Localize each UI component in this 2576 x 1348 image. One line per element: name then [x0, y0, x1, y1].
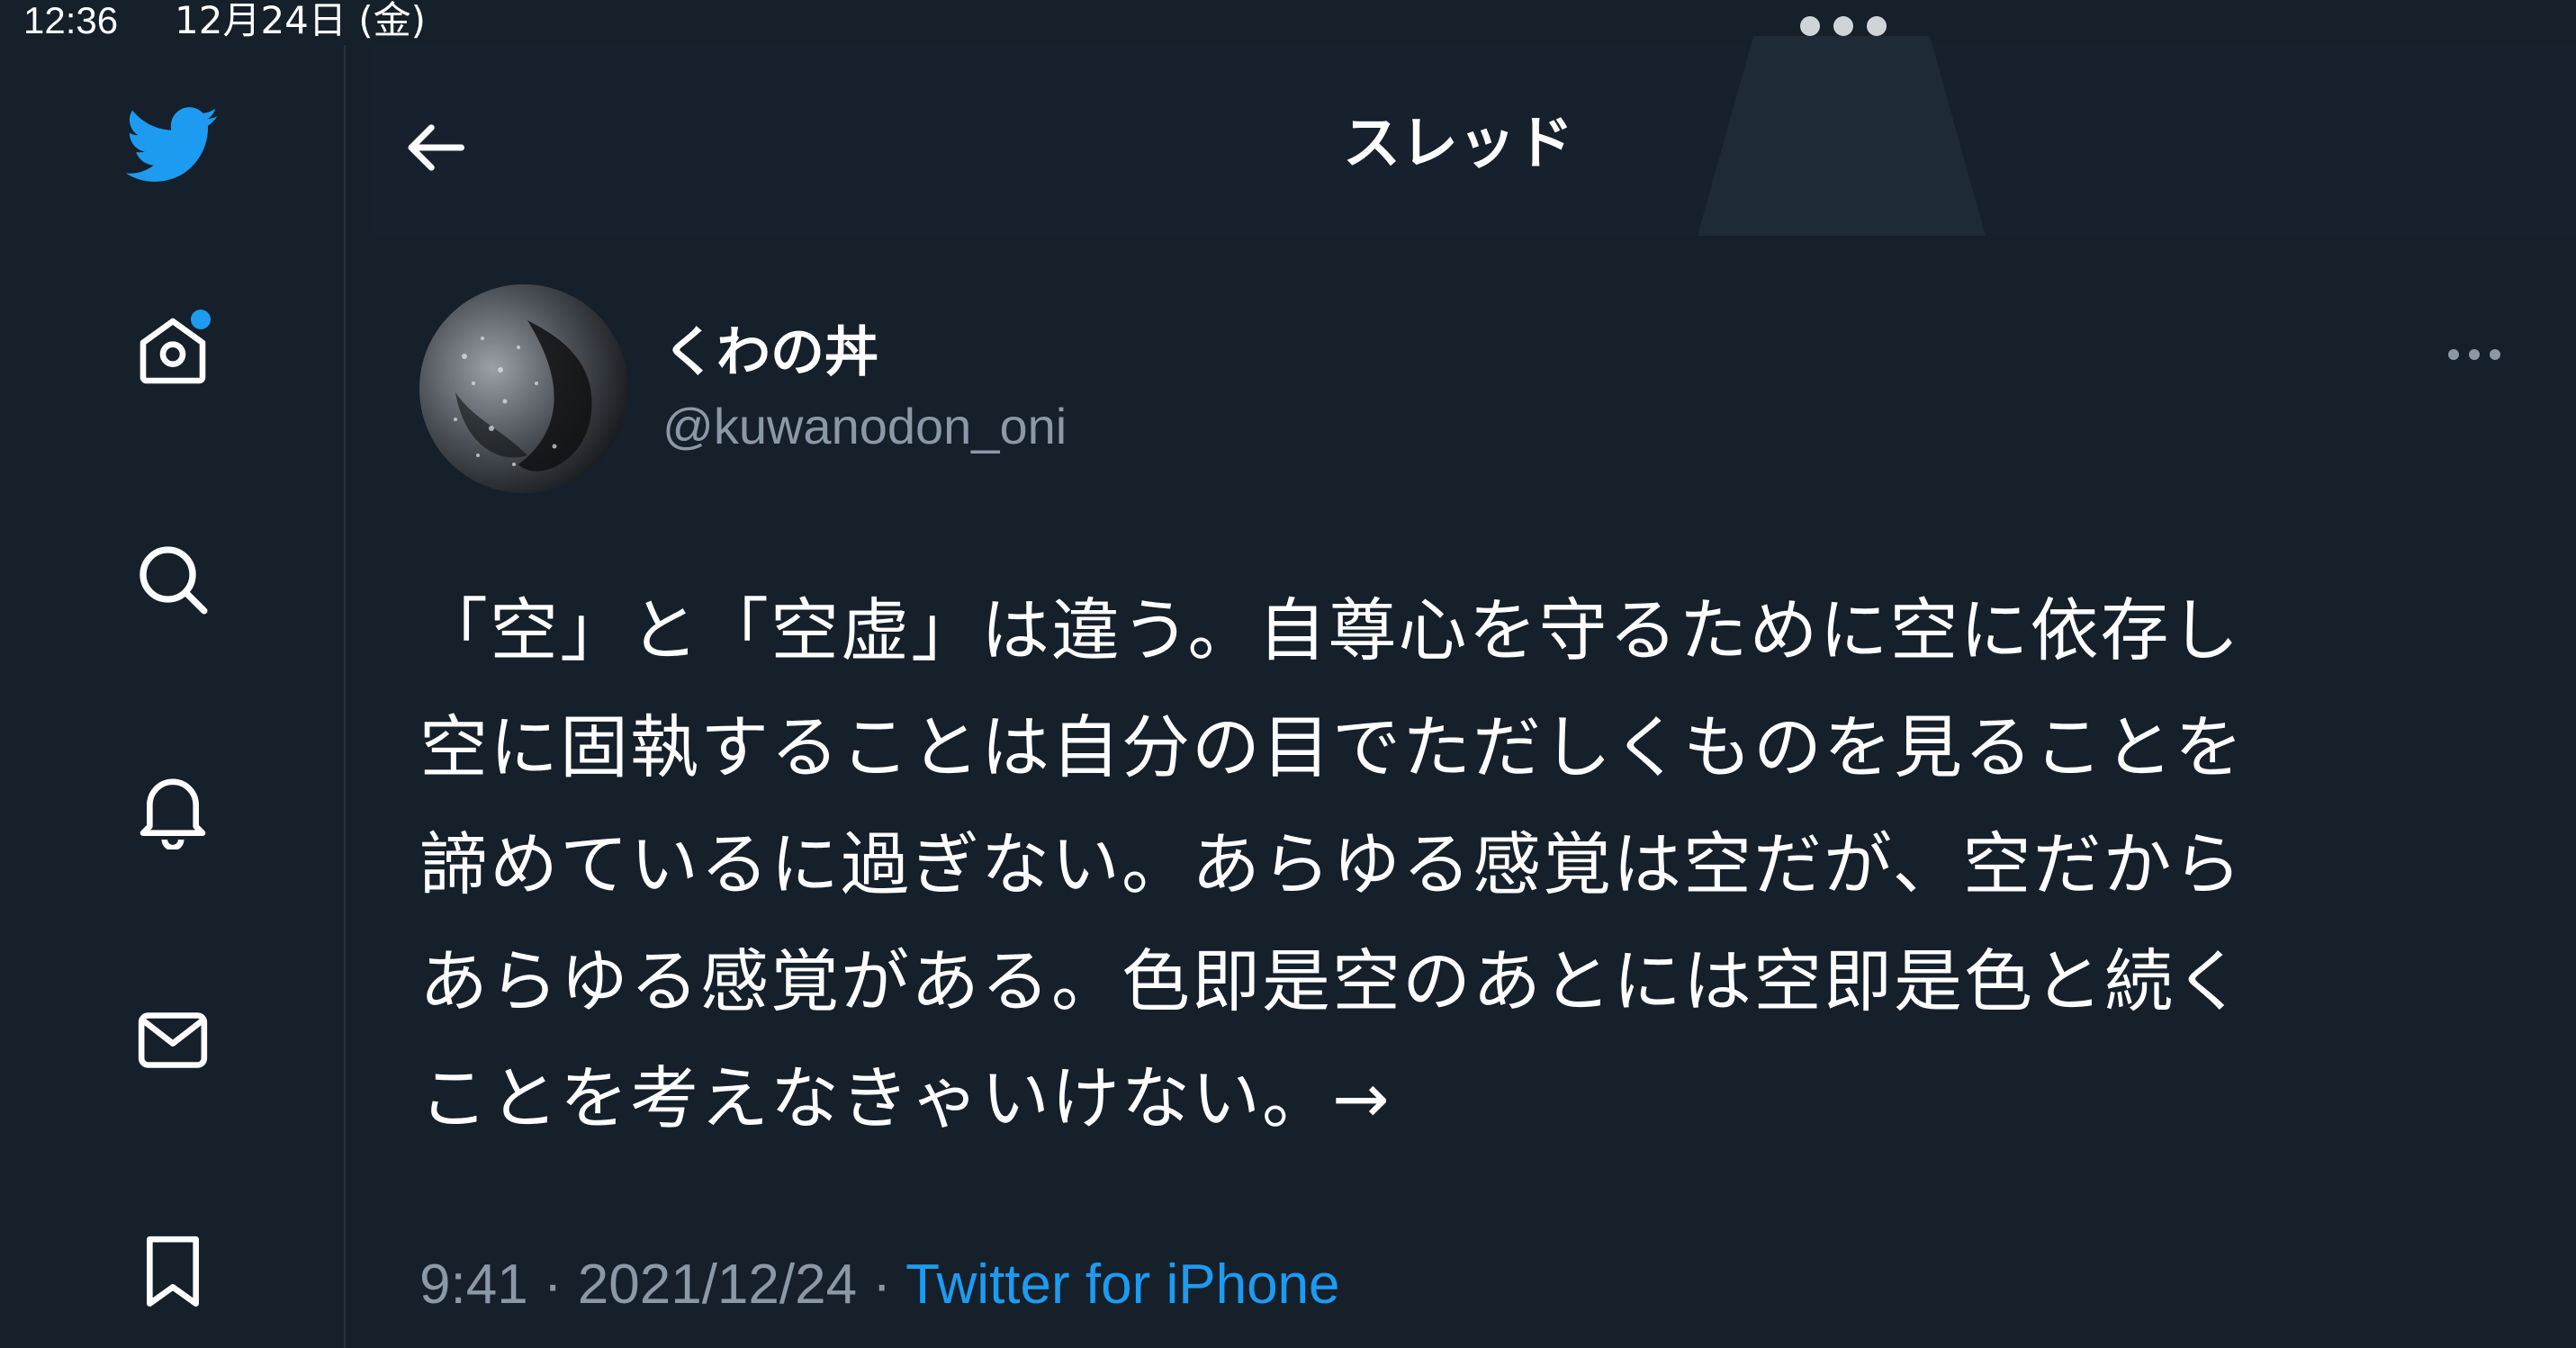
- avatar-image: [419, 284, 628, 493]
- bookmark-icon: [147, 1236, 199, 1307]
- page-title: スレッド: [1343, 111, 1573, 177]
- status-time: 12:36: [23, 0, 119, 41]
- notification-dot: [191, 310, 211, 329]
- display-name[interactable]: くわの丼: [662, 317, 878, 389]
- bell-icon: [140, 778, 206, 849]
- twitter-logo-button[interactable]: [126, 99, 220, 193]
- mail-icon: [138, 1012, 208, 1068]
- search-icon: [140, 546, 208, 615]
- dot-icon: [2469, 349, 2480, 360]
- tweet-text: 「空」と「空虚」は違う。自尊心を守るために空に依存し 空に固執することは自分の目…: [419, 590, 2245, 1138]
- dot-icon: [2490, 349, 2500, 360]
- back-button[interactable]: [392, 104, 479, 191]
- avatar[interactable]: [419, 284, 628, 493]
- arrow-left-icon: [408, 124, 464, 171]
- sidebar-item-notifications[interactable]: [126, 763, 220, 857]
- multitask-tab-shape: [1698, 36, 1986, 236]
- sidebar-item-messages[interactable]: [126, 993, 220, 1087]
- meta-separator: ·: [857, 1254, 906, 1316]
- status-date: 12月24日 (金): [175, 0, 427, 42]
- dot-icon: [1800, 16, 1820, 36]
- sidebar-item-search[interactable]: [126, 533, 220, 626]
- sidebar-item-home[interactable]: [126, 304, 220, 398]
- user-handle[interactable]: @kuwanodon_oni: [662, 391, 1067, 463]
- tweet-source-link[interactable]: Twitter for iPhone: [905, 1254, 1339, 1316]
- tweet-date: 2021/12/24: [577, 1254, 858, 1316]
- status-bar: 12:36 12月24日 (金): [0, 0, 2576, 45]
- dot-icon: [1833, 16, 1853, 36]
- sidebar-item-bookmarks[interactable]: [126, 1224, 220, 1317]
- tweet-metadata: 9:41 · 2021/12/24 · Twitter for iPhone: [419, 1249, 1340, 1321]
- dot-icon: [2448, 349, 2459, 360]
- app-window: 12:36 12月24日 (金) スレッド くわの丼 @kuwanodon_on…: [0, 0, 2576, 1348]
- multitask-handle[interactable]: [1800, 16, 1887, 36]
- more-options-button[interactable]: [2439, 329, 2509, 380]
- twitter-bird-icon: [126, 107, 219, 182]
- tweet-time: 9:41: [419, 1254, 528, 1316]
- meta-separator: ·: [527, 1254, 578, 1316]
- dot-icon: [1867, 16, 1887, 36]
- sidebar: [0, 45, 346, 1348]
